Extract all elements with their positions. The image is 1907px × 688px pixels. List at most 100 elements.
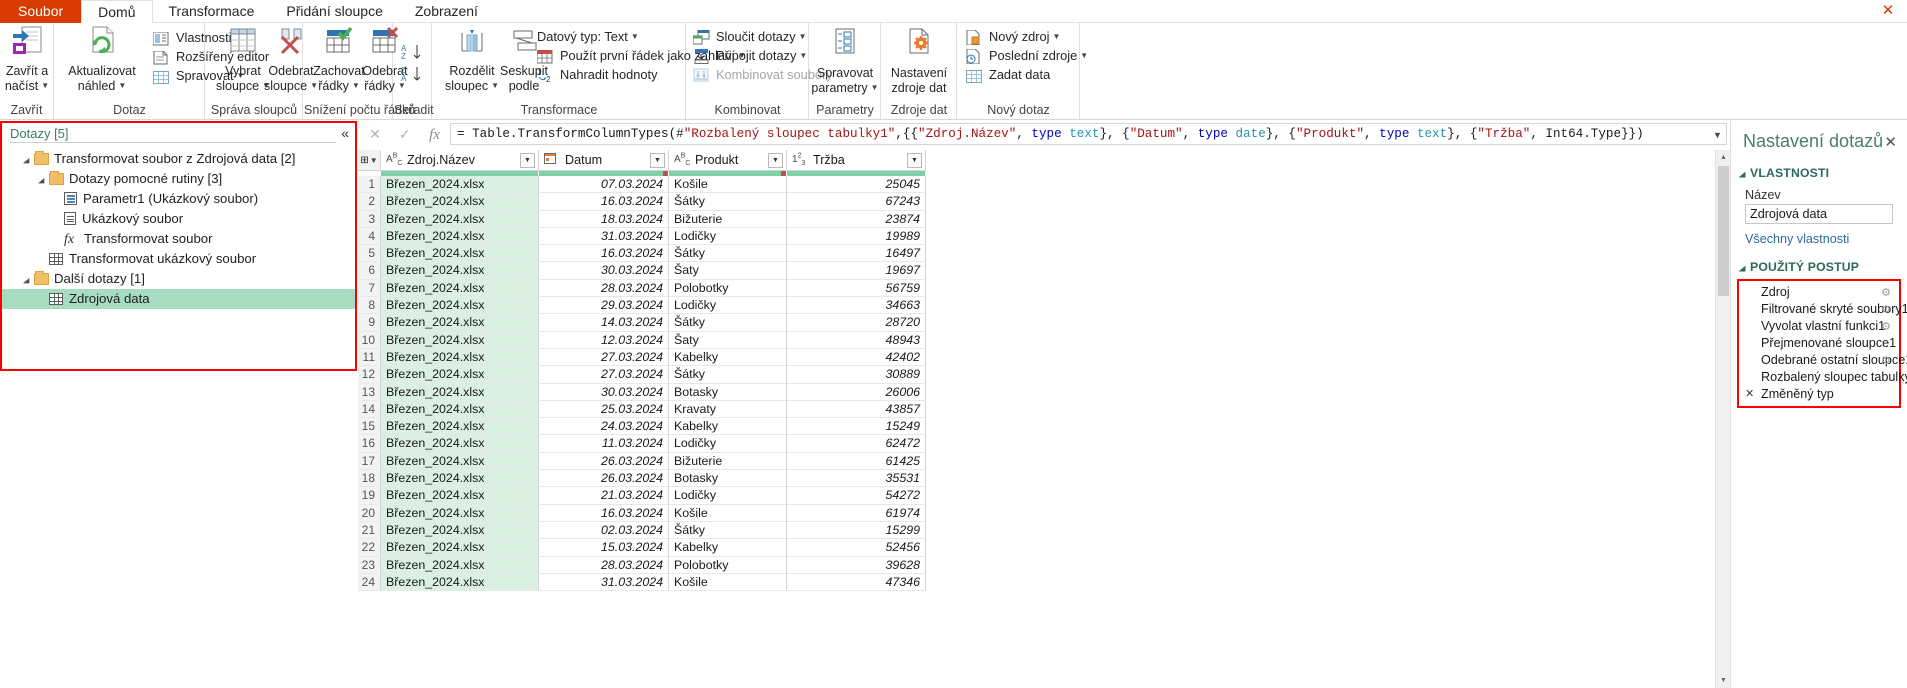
grid-cell[interactable]: 61425 [787,452,926,471]
tab-transformace[interactable]: Transformace [153,0,271,23]
grid-cell[interactable]: 28720 [787,314,926,332]
grid-row[interactable]: 22 Březen_2024.xlsx 15.03.2024 Kabelky 52456 [358,539,1715,557]
column-filter-button[interactable]: ▼ [650,153,665,168]
query-tree-item[interactable]: Zdrojová data [2,289,355,309]
grid-cell[interactable]: Březen_2024.xlsx [381,176,539,194]
grid-cell[interactable]: Březen_2024.xlsx [381,573,539,592]
grid-cell[interactable]: Březen_2024.xlsx [381,400,539,419]
grid-cell[interactable]: 26.03.2024 [539,470,669,488]
applied-step-item[interactable]: Filtrované skryté soubory1 ⚙ [1739,301,1907,318]
grid-cell[interactable]: 15.03.2024 [539,539,669,557]
grid-cell[interactable]: 31.03.2024 [539,573,669,592]
tab-soubor[interactable]: Soubor [0,0,82,23]
sort-descending-button[interactable]: ZA [401,65,425,86]
grid-row[interactable]: 14 Březen_2024.xlsx 25.03.2024 Kravaty 43857 [358,400,1715,419]
grid-cell[interactable]: 15249 [787,418,926,436]
tab-zobrazeni[interactable]: Zobrazení [399,0,494,23]
grid-cell[interactable]: 12.03.2024 [539,331,669,349]
grid-cell[interactable]: Březen_2024.xlsx [381,262,539,280]
column-header[interactable]: Datum ▼ [539,150,669,171]
step-settings-gear-icon[interactable]: ⚙ [1881,285,1891,302]
grid-cell[interactable]: 16.03.2024 [539,504,669,522]
grid-cell[interactable]: Košile [669,176,787,194]
formula-fx-icon[interactable]: fx [422,124,448,146]
column-header[interactable]: 123 Tržba ▼ [787,150,926,171]
grid-row[interactable]: 8 Březen_2024.xlsx 29.03.2024 Lodičky 34663 [358,297,1715,315]
query-tree-item[interactable]: ◢ Dotazy pomocné rutiny [3] [2,169,355,189]
column-filter-button[interactable]: ▼ [768,153,783,168]
refresh-preview-button[interactable]: Aktualizovat náhled ▼ [65,25,139,93]
grid-cell[interactable]: 67243 [787,193,926,211]
grid-cell[interactable]: Březen_2024.xlsx [381,452,539,471]
grid-cell[interactable]: 52456 [787,539,926,557]
grid-cell[interactable]: 62472 [787,435,926,453]
grid-cell[interactable]: 48943 [787,331,926,349]
grid-cell[interactable]: 25045 [787,176,926,194]
grid-cell[interactable]: Březen_2024.xlsx [381,348,539,367]
grid-cell[interactable]: Březen_2024.xlsx [381,556,539,574]
formula-expand-button[interactable]: ▼ [1709,123,1727,145]
grid-cell[interactable]: Březen_2024.xlsx [381,435,539,453]
grid-cell[interactable]: Kabelky [669,418,787,436]
column-filter-button[interactable]: ▼ [520,153,535,168]
applied-step-item[interactable]: Odebrané ostatní sloupce1 ⚙ [1739,352,1907,369]
grid-cell[interactable]: 30889 [787,366,926,384]
grid-cell[interactable]: 39628 [787,556,926,574]
grid-cell[interactable]: Botasky [669,470,787,488]
grid-row[interactable]: 6 Březen_2024.xlsx 30.03.2024 Šaty 19697 [358,262,1715,280]
data-source-settings-button[interactable]: Nastavení zdroje dat [882,27,956,95]
grid-cell[interactable]: 30.03.2024 [539,383,669,401]
grid-cell[interactable]: Šátky [669,366,787,384]
grid-cell[interactable]: Kravaty [669,400,787,419]
grid-cell[interactable]: Lodičky [669,487,787,505]
grid-cell[interactable]: 07.03.2024 [539,176,669,194]
grid-cell[interactable]: Březen_2024.xlsx [381,521,539,540]
grid-cell[interactable]: Polobotky [669,556,787,574]
grid-cell[interactable]: Bižuterie [669,452,787,471]
query-tree-item[interactable]: Ukázkový soubor [2,209,355,229]
grid-cell[interactable]: 43857 [787,400,926,419]
all-properties-link[interactable]: Všechny vlastnosti [1731,224,1907,246]
grid-cell[interactable]: 18.03.2024 [539,210,669,228]
grid-cell[interactable]: Šátky [669,193,787,211]
grid-row[interactable]: 9 Březen_2024.xlsx 14.03.2024 Šátky 28720 [358,314,1715,332]
grid-cell[interactable]: Březen_2024.xlsx [381,245,539,263]
grid-cell[interactable]: 29.03.2024 [539,297,669,315]
grid-cell[interactable]: Lodičky [669,435,787,453]
grid-cell[interactable]: Polobotky [669,279,787,298]
grid-row[interactable]: 1 Březen_2024.xlsx 07.03.2024 Košile 25045 [358,176,1715,194]
grid-cell[interactable]: Březen_2024.xlsx [381,383,539,401]
grid-cell[interactable]: Šátky [669,245,787,263]
grid-row[interactable]: 19 Březen_2024.xlsx 21.03.2024 Lodičky 54272 [358,487,1715,505]
properties-section-header[interactable]: ◢ VLASTNOSTI [1731,152,1907,180]
grid-cell[interactable]: Březen_2024.xlsx [381,331,539,349]
scrollbar-thumb[interactable] [1718,166,1729,296]
grid-row[interactable]: 23 Březen_2024.xlsx 28.03.2024 Polobotky 396… [358,556,1715,574]
tree-expander-icon[interactable]: ◢ [38,173,49,190]
applied-steps-section-header[interactable]: ◢ POUŽITÝ POSTUP [1731,246,1907,274]
grid-row[interactable]: 10 Březen_2024.xlsx 12.03.2024 Šaty 48943 [358,331,1715,349]
grid-row[interactable]: 3 Březen_2024.xlsx 18.03.2024 Bižuterie 2387… [358,210,1715,228]
grid-cell[interactable]: 11.03.2024 [539,435,669,453]
grid-cell[interactable]: Březen_2024.xlsx [381,539,539,557]
grid-row[interactable]: 12 Březen_2024.xlsx 27.03.2024 Šátky 30889 [358,366,1715,384]
grid-cell[interactable]: 47346 [787,573,926,592]
scroll-up-arrow[interactable]: ▲ [1716,150,1731,165]
grid-cell[interactable]: Šaty [669,331,787,349]
grid-cell[interactable]: Březen_2024.xlsx [381,210,539,228]
tab-domu[interactable]: Domů [81,0,153,23]
close-settings-pane-button[interactable]: ✕ [1884,133,1897,151]
tree-expander-icon[interactable]: ◢ [23,273,34,290]
grid-cell[interactable]: 19989 [787,227,926,246]
grid-cell[interactable]: 30.03.2024 [539,262,669,280]
grid-cell[interactable]: 31.03.2024 [539,227,669,246]
replace-values-button[interactable]: 12 Nahradit hodnoty [537,65,657,84]
grid-cell[interactable]: 56759 [787,279,926,298]
grid-cell[interactable]: 16.03.2024 [539,193,669,211]
query-tree-item[interactable]: ◢ Transformovat soubor z Zdrojová data [2… [2,149,355,169]
grid-cell[interactable]: 26006 [787,383,926,401]
grid-cell[interactable]: Lodičky [669,297,787,315]
grid-cell[interactable]: 14.03.2024 [539,314,669,332]
grid-cell[interactable]: 35531 [787,470,926,488]
column-type-icon[interactable]: ABC [674,153,695,167]
